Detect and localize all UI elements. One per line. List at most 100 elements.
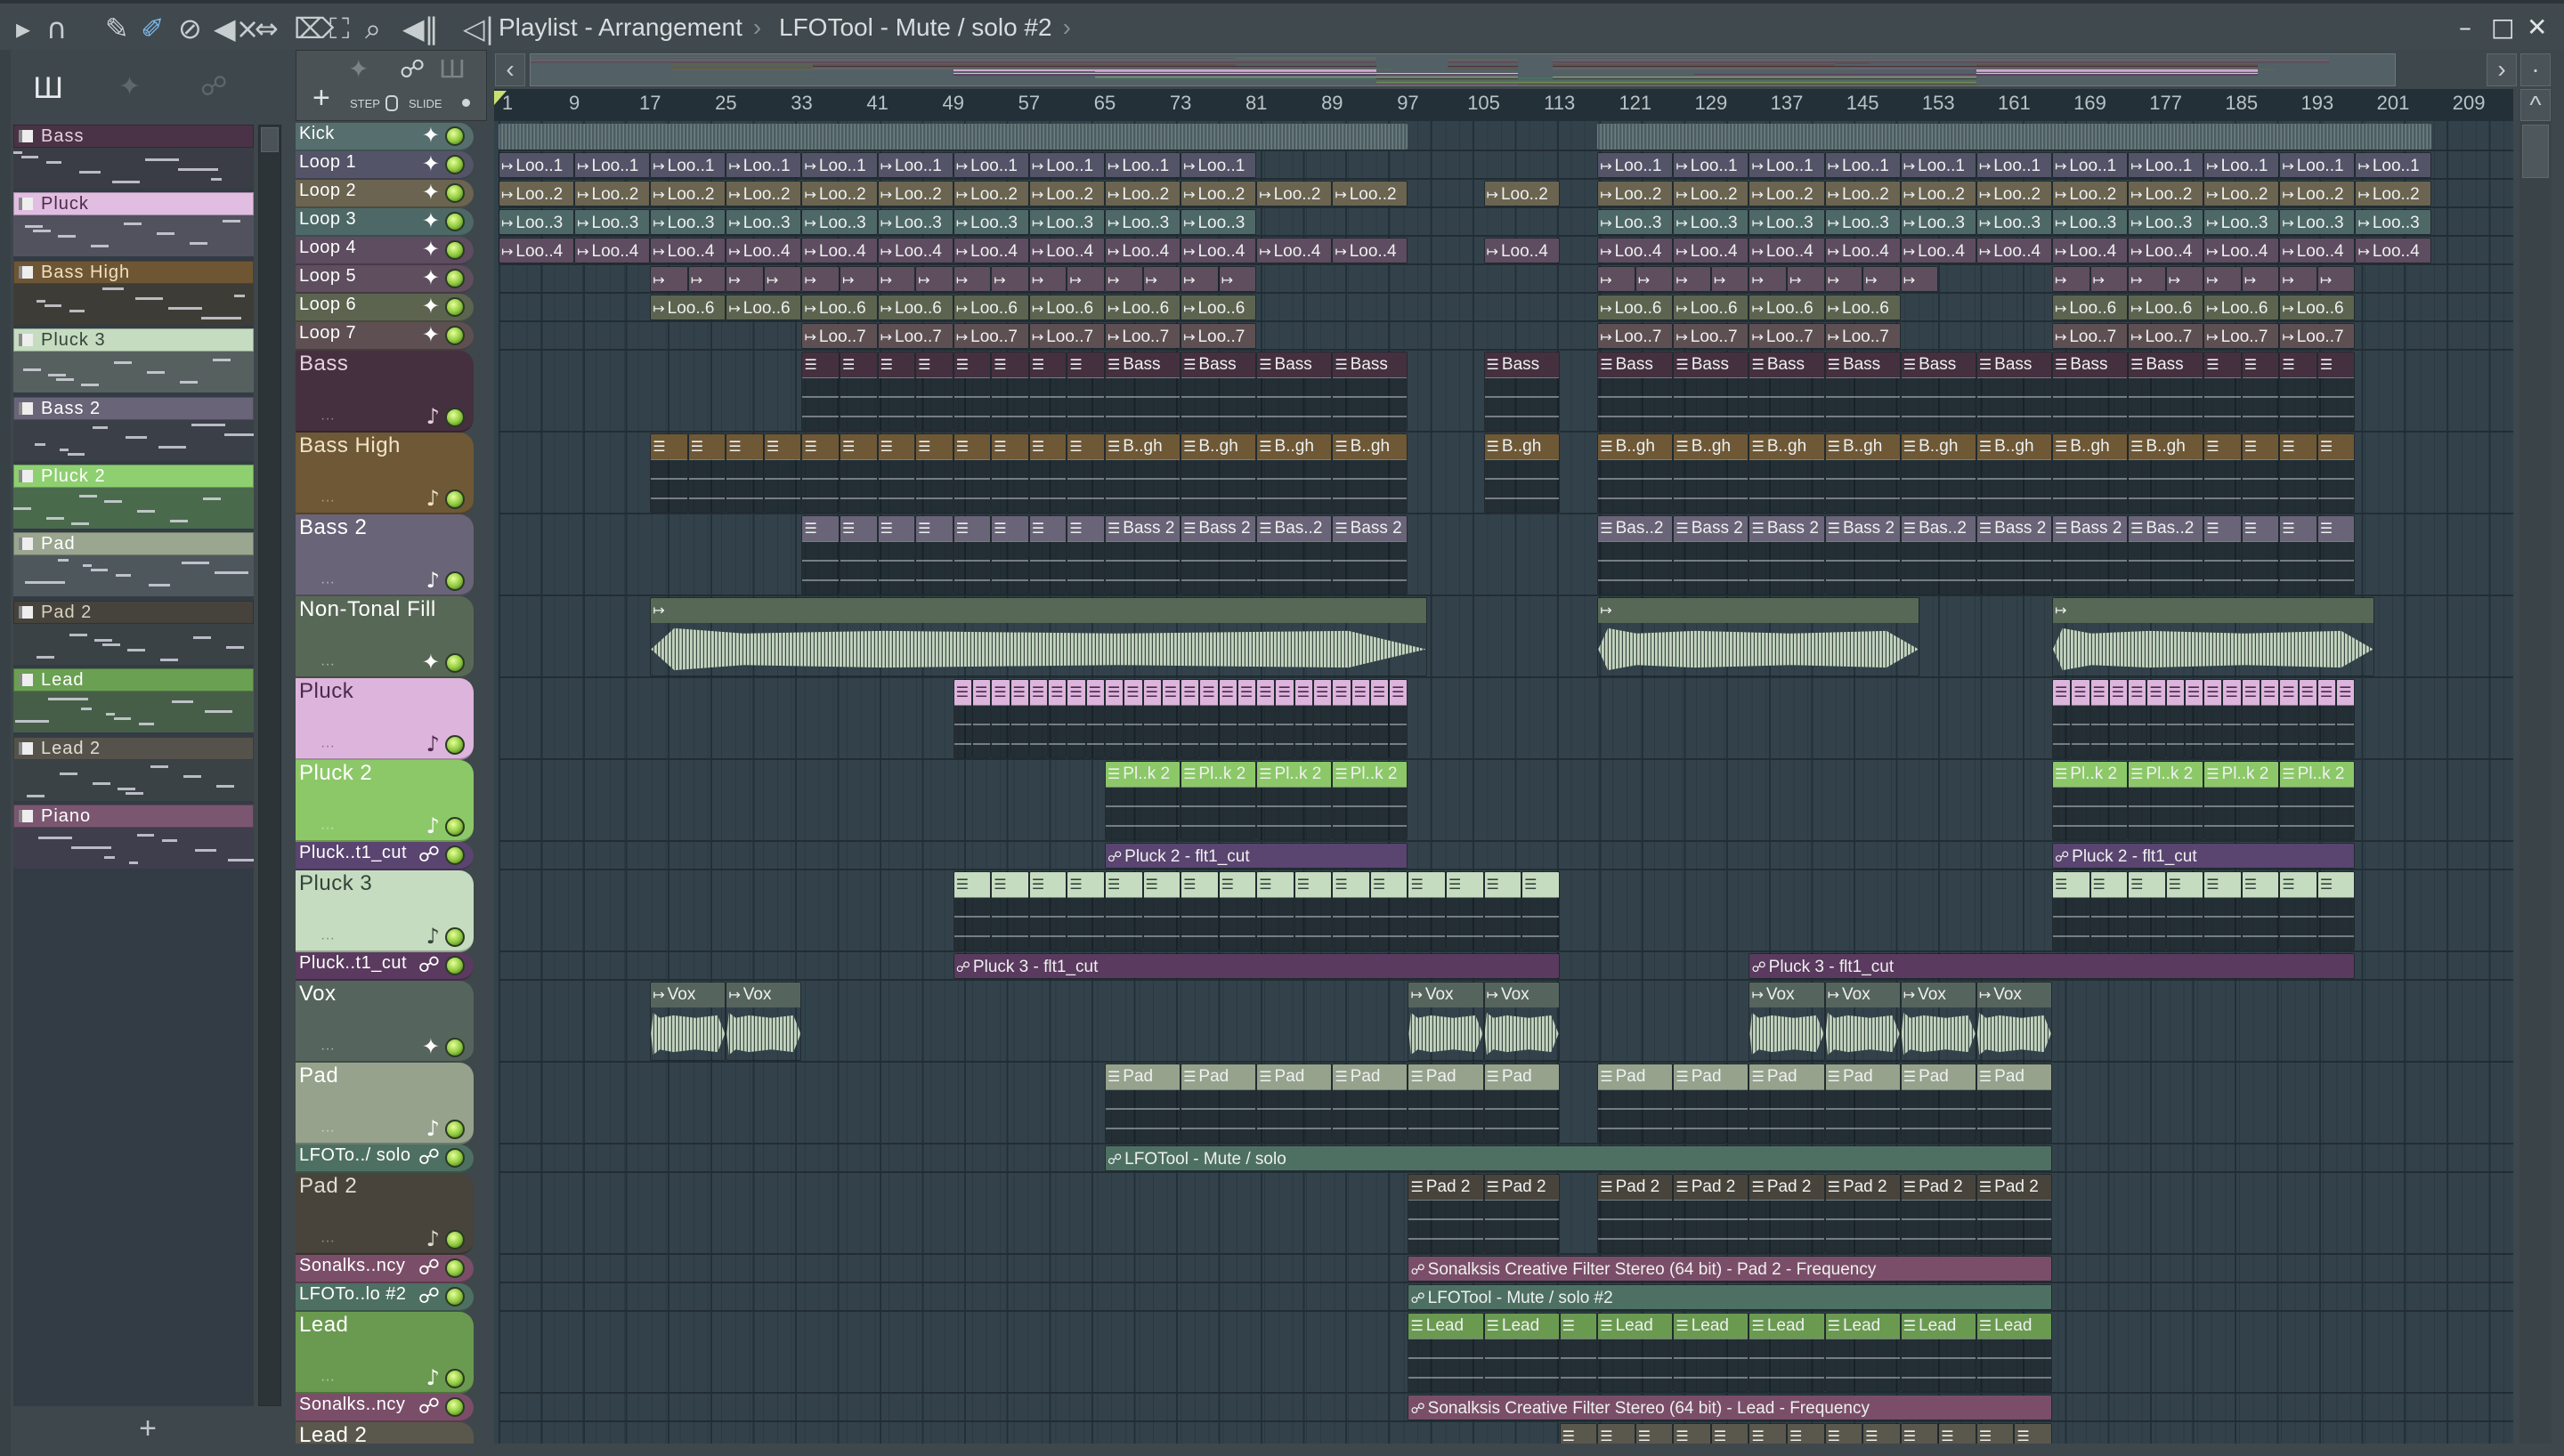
playlist-clip[interactable]: ☰ — [1067, 515, 1105, 595]
clip-header[interactable]: ☰ B..gh — [1181, 434, 1256, 459]
playlist-clip[interactable]: ↦ Loo..1 — [801, 152, 878, 178]
track-mute-led[interactable] — [445, 1148, 465, 1168]
clip-header[interactable]: ↦ Loo..2 — [2280, 182, 2355, 206]
track-header[interactable]: Pluck 3 ♪ ··· — [296, 870, 474, 952]
clip-header[interactable]: ☰ Pad 2 — [1749, 1175, 1824, 1200]
clip-header[interactable]: ☰ — [992, 872, 1028, 897]
clip-header[interactable]: ☰ — [802, 352, 840, 377]
playlist-clip[interactable]: ☰ — [1218, 871, 1257, 950]
playlist-clip[interactable]: ↦ Loo..2 — [1332, 181, 1408, 206]
clip-header[interactable]: ↦ Loo..6 — [1105, 295, 1181, 320]
playlist-clip[interactable]: ☰ — [953, 871, 992, 950]
clip-header[interactable]: ↦ Loo..2 — [2129, 182, 2203, 206]
clip-header[interactable]: ☰ Pad — [1105, 1064, 1181, 1089]
clip-header[interactable]: ↦ — [953, 267, 991, 291]
playlist-clip[interactable]: ↦ Loo..6 — [1104, 295, 1181, 320]
playlist-clip[interactable]: ↦ — [1787, 266, 1825, 292]
picker-pattern[interactable]: Piano — [13, 805, 254, 869]
clip-header[interactable]: ☰ — [1029, 680, 1048, 705]
playlist-clip[interactable]: ☰ — [2146, 679, 2166, 758]
playlist-clip[interactable]: ↦ Loo..4 — [499, 238, 575, 263]
playlist-clip[interactable]: ↦ Vox — [1483, 982, 1560, 1061]
clip-header[interactable]: ↦ Loo..1 — [1901, 153, 1976, 177]
breadcrumb-current[interactable]: LFOTool - Mute / solo #2 — [779, 13, 1052, 41]
clip-header[interactable]: ↦ Loo..3 — [2129, 210, 2203, 234]
zoom-icon[interactable]: ⌕ — [365, 12, 381, 44]
playlist-clip[interactable]: ↦ Loo..3 — [726, 209, 802, 235]
clip-header[interactable]: ☰ — [1124, 680, 1142, 705]
clip-header[interactable]: ☰ — [726, 434, 763, 459]
clip-header[interactable]: ☰ Bass — [1825, 352, 1900, 377]
playlist-clip[interactable]: ☰ Pad — [1976, 1064, 2052, 1143]
clip-header[interactable]: ☰ — [1010, 680, 1028, 705]
clip-header[interactable]: ↦ — [1029, 267, 1067, 291]
clip-header[interactable]: ↦ — [2052, 598, 2373, 623]
playlist-clip[interactable]: ↦ Loo..3 — [1673, 209, 1749, 235]
piano-icon[interactable]: Ш — [439, 54, 466, 84]
playlist-clip[interactable]: ↦ Loo..4 — [1749, 238, 1825, 263]
clip-header[interactable]: ↦ Loo..2 — [1484, 182, 1559, 206]
clip-header[interactable]: ☰ Pl..k 2 — [1105, 762, 1181, 787]
playlist-clip[interactable]: ☰ — [1294, 679, 1314, 758]
playlist-clip[interactable]: ☰ Bass 2 — [1824, 515, 1901, 595]
clip-header[interactable]: ☰ Bass — [1333, 352, 1408, 377]
clip-header[interactable]: ↦ — [802, 267, 840, 291]
clip-header[interactable]: ☰ — [2090, 872, 2128, 897]
playlist-overview[interactable] — [530, 53, 2396, 86]
playlist-clip[interactable]: ☰ — [1559, 1423, 1598, 1444]
playlist-clip[interactable]: ☰ — [2317, 871, 2356, 950]
clip-header[interactable]: ☰ — [1370, 680, 1389, 705]
playlist-clip[interactable]: ↦ Loo..3 — [499, 209, 575, 235]
clip-header[interactable]: ↦ Loo..2 — [802, 182, 877, 206]
clip-header[interactable]: ☰ — [1219, 872, 1256, 897]
clip-header[interactable]: ↦ — [2242, 267, 2279, 291]
clip-header[interactable]: ↦ Loo..7 — [2052, 324, 2128, 348]
picker-pattern-header[interactable]: Bass — [13, 125, 254, 148]
clip-header[interactable]: ↦ Loo..6 — [1749, 295, 1824, 320]
playlist-clip[interactable]: ↦ Loo..2 — [1673, 181, 1749, 206]
playlist-clip[interactable]: ↦ — [726, 266, 764, 292]
clip-header[interactable]: ☰ Pad — [1674, 1064, 1749, 1089]
clip-header[interactable]: ↦ Loo..4 — [1029, 239, 1104, 263]
clip-header[interactable]: ☰ — [878, 352, 915, 377]
playlist-clip[interactable]: ↦ Loo..1 — [1900, 152, 1976, 178]
clip-header[interactable]: ☰ — [1749, 1424, 1787, 1444]
clip-header[interactable]: ☰ — [1067, 434, 1104, 459]
playlist-clip[interactable]: ☰ — [1048, 679, 1067, 758]
clip-header[interactable]: ☰ — [1635, 1424, 1673, 1444]
clip-header[interactable]: ☰ — [2280, 680, 2298, 705]
clip-header[interactable]: ↦ — [2129, 267, 2165, 291]
clip-header[interactable]: ☰ Pl..k 2 — [2052, 762, 2128, 787]
playlist-clip[interactable]: ↦ Loo..1 — [650, 152, 726, 178]
playlist-clip[interactable]: ☰ — [2241, 679, 2261, 758]
clip-header[interactable]: ☰ B..gh — [2052, 434, 2128, 459]
pencil-icon[interactable]: ✎ — [105, 12, 129, 44]
track-mute-led[interactable] — [445, 571, 465, 591]
clip-header[interactable]: ☰ — [1333, 680, 1351, 705]
clip-header[interactable]: ↦ — [878, 267, 915, 291]
track-mute-led[interactable] — [445, 326, 465, 345]
clip-header[interactable]: ☰ Bass — [1257, 352, 1332, 377]
clip-header[interactable]: ↦ Loo..6 — [802, 295, 877, 320]
clip-header[interactable]: ↦ Loo..2 — [2204, 182, 2279, 206]
playlist-clip[interactable]: ↦ — [2203, 266, 2242, 292]
playlist-clip[interactable]: ↦ — [1749, 266, 1788, 292]
playlist-clip[interactable]: ↦ Loo..2 — [2051, 181, 2129, 206]
track-header[interactable]: Loop 6 ✦ — [296, 294, 474, 322]
playlist-clip[interactable]: ☰ — [1067, 679, 1086, 758]
playlist-clip[interactable]: ☰ Lead — [1900, 1313, 1976, 1392]
playlist-clip[interactable]: ☰ Pad 2 — [1749, 1174, 1825, 1253]
clip-header[interactable]: ↦ Loo..1 — [1598, 153, 1673, 177]
clip-header[interactable]: ☰ B..gh — [1901, 434, 1976, 459]
playlist-clip[interactable]: ☰ — [953, 679, 972, 758]
playlist-clip[interactable]: ↦ Loo..3 — [1976, 209, 2052, 235]
playlist-clip[interactable]: ☰ — [2165, 871, 2204, 950]
picker-pattern-header[interactable]: Pluck 2 — [13, 465, 254, 488]
scroll-thumb[interactable] — [261, 127, 279, 152]
clip-header[interactable]: ↦ Loo..7 — [2280, 324, 2355, 348]
playlist-clip[interactable]: ↦ Loo..2 — [1181, 181, 1257, 206]
clip-header[interactable]: ☍ Pluck 3 - flt1_cut — [1749, 954, 2355, 978]
picker-pattern-header[interactable]: Pluck 3 — [13, 328, 254, 352]
playlist-clip[interactable]: ↦ Loo..1 — [726, 152, 802, 178]
playlist-clip[interactable]: ↦ Loo..3 — [2051, 209, 2129, 235]
